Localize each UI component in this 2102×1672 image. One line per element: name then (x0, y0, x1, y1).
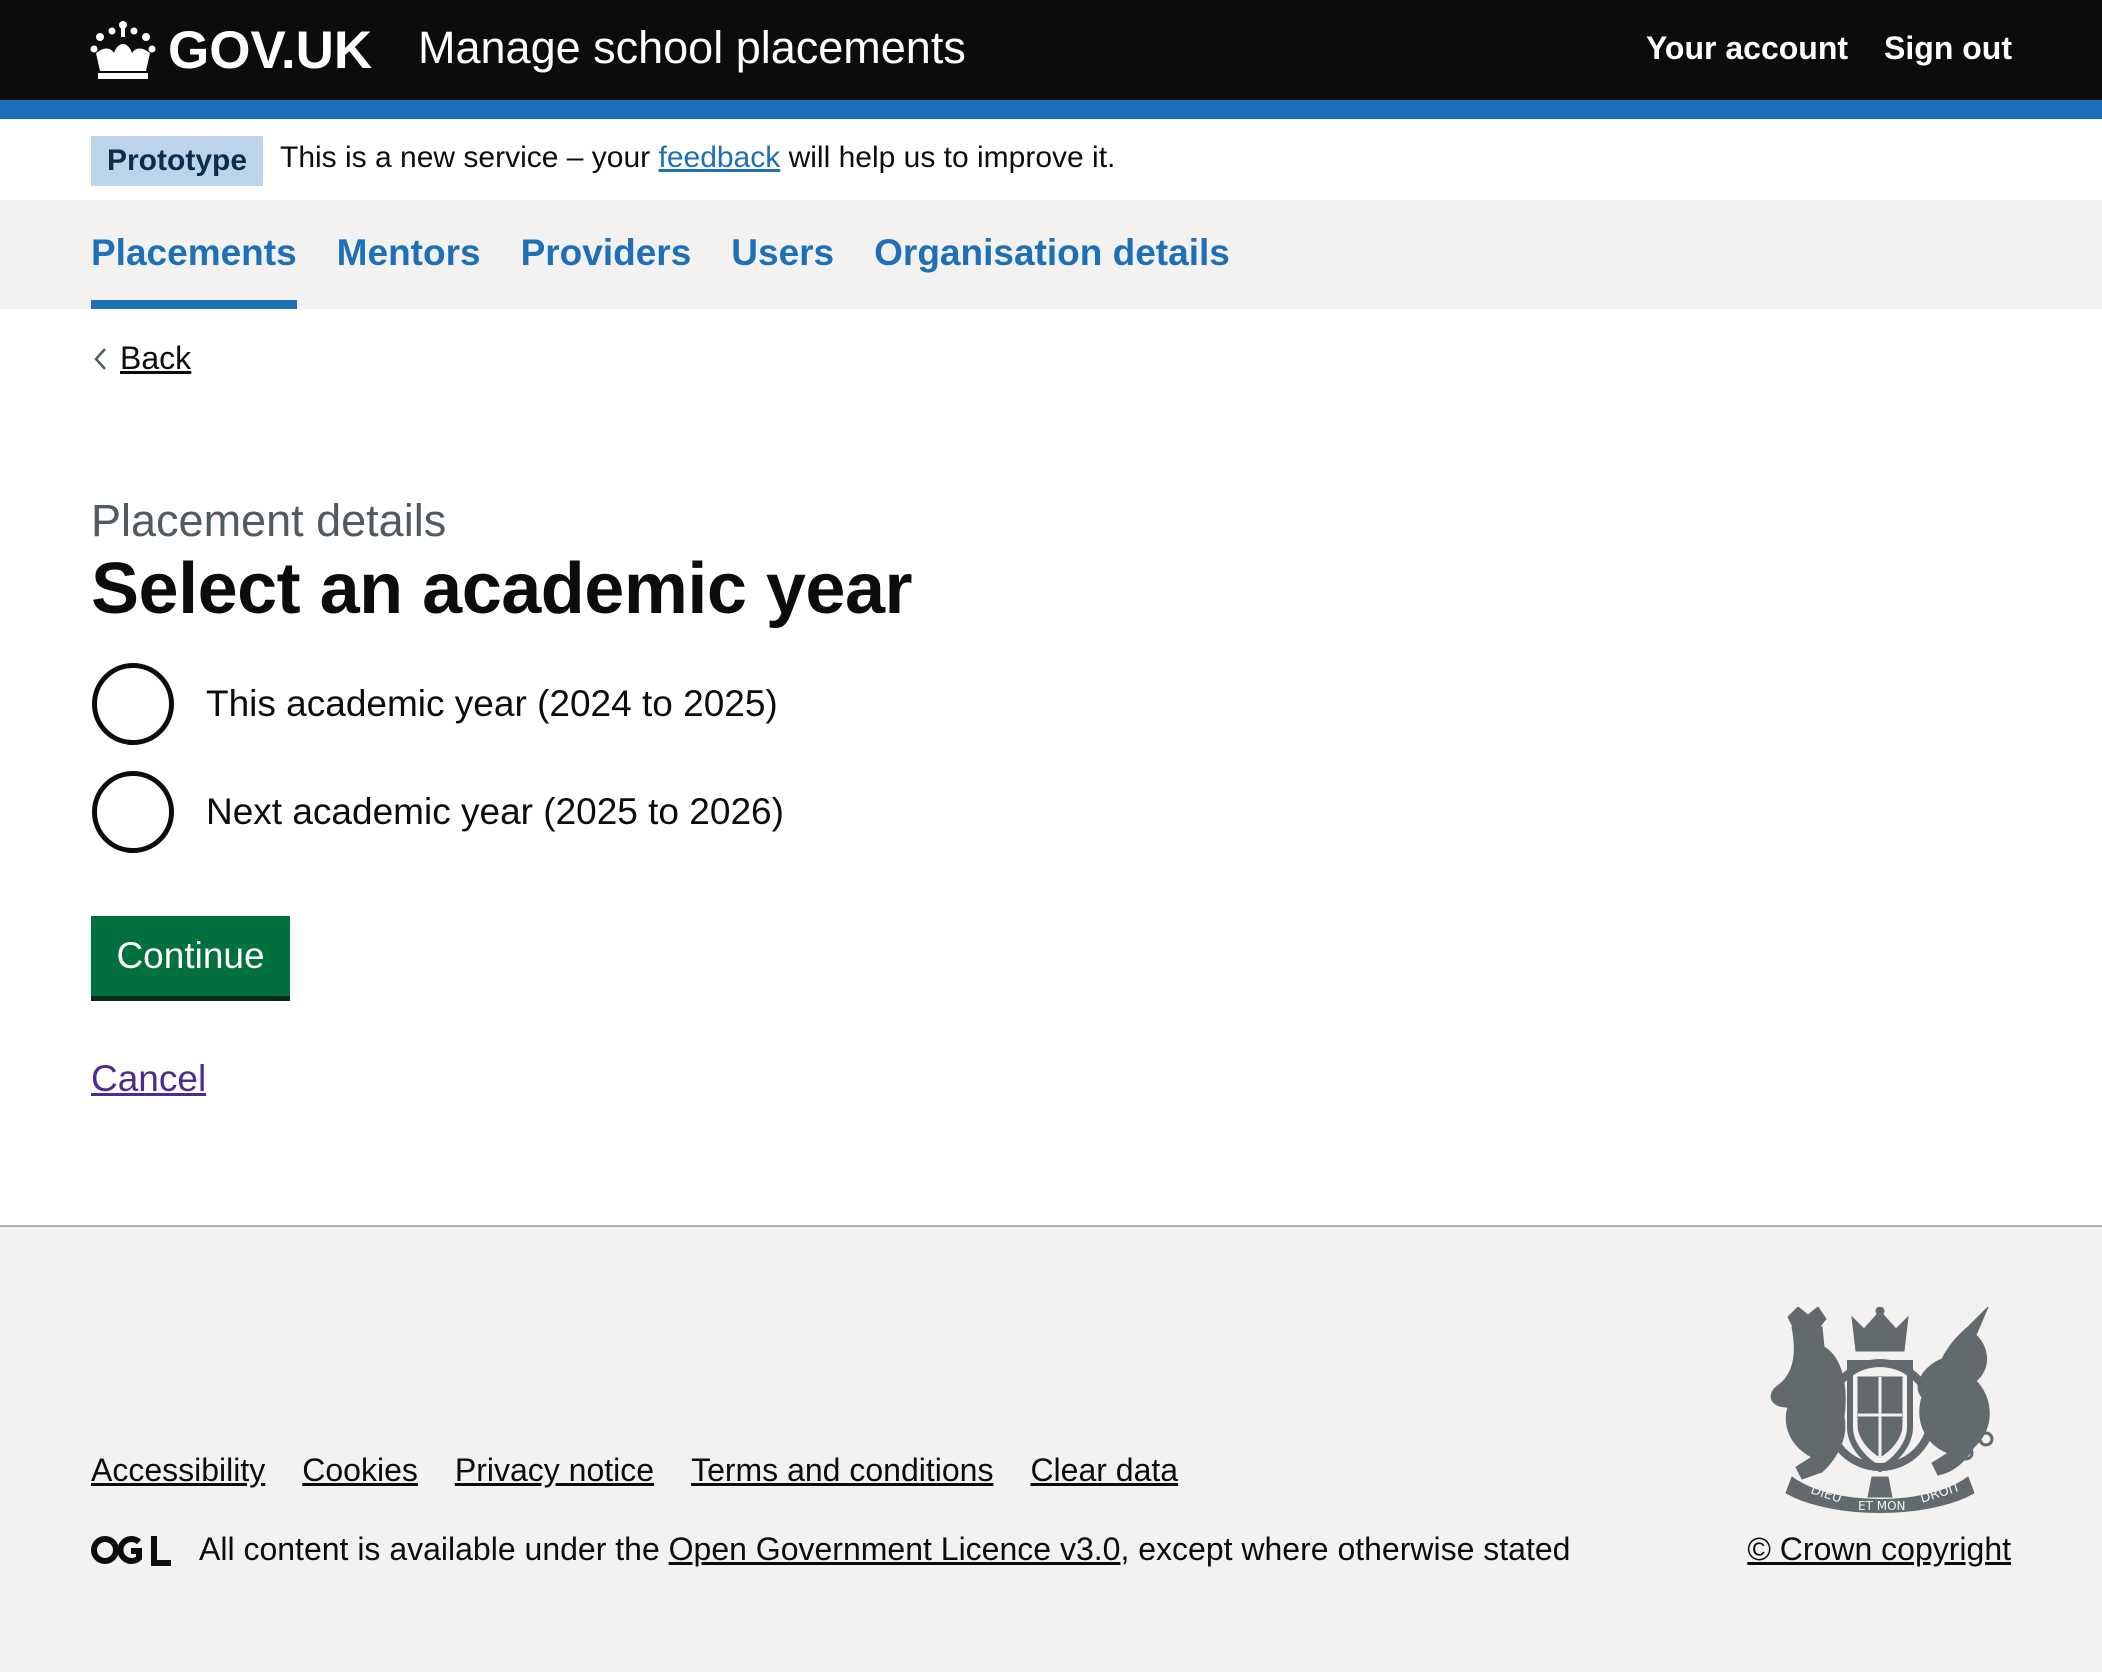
back-link[interactable]: Back (92, 340, 191, 377)
footer-link-clear-data[interactable]: Clear data (1030, 1452, 1178, 1489)
primary-navigation: Placements Mentors Providers Users Organ… (0, 200, 2102, 309)
crest-motto-et-mon: ET MON (1858, 1499, 1906, 1513)
phase-tag: Prototype (91, 136, 264, 186)
ogl-logo-icon (91, 1535, 171, 1566)
service-name-link[interactable]: Manage school placements (418, 22, 966, 74)
academic-year-radios: This academic year (2024 to 2025) Next a… (92, 662, 784, 878)
site-header: GOV.UK Manage school placements Your acc… (0, 0, 2102, 100)
footer-links: Accessibility Cookies Privacy notice Ter… (91, 1452, 1178, 1489)
nav-link-providers[interactable]: Providers (521, 200, 692, 274)
open-government-licence-link[interactable]: Open Government Licence v3.0 (669, 1531, 1121, 1567)
footer-link-privacy-notice[interactable]: Privacy notice (455, 1452, 654, 1489)
crown-icon (90, 21, 156, 79)
page-caption: Placement details (91, 495, 447, 546)
crown-copyright-link[interactable]: © Crown copyright (1747, 1531, 2011, 1568)
header-blue-bar (0, 100, 2102, 119)
licence-text-after: , except where otherwise stated (1120, 1531, 1571, 1567)
footer-link-terms[interactable]: Terms and conditions (691, 1452, 993, 1489)
sign-out-link[interactable]: Sign out (1884, 30, 2012, 67)
footer-link-accessibility[interactable]: Accessibility (91, 1452, 265, 1489)
back-link-label: Back (120, 340, 192, 376)
phase-text-after: will help us to improve it. (780, 141, 1116, 174)
licence-text-before: All content is available under the (199, 1531, 669, 1567)
radio-this-academic-year[interactable]: This academic year (2024 to 2025) (92, 662, 784, 746)
radio-label: This academic year (2024 to 2025) (206, 683, 778, 724)
logo-text: GOV.UK (168, 20, 373, 80)
phase-banner-text: This is a new service – your feedback wi… (280, 141, 1115, 175)
phase-text-before: This is a new service – your (280, 141, 659, 174)
cancel-link[interactable]: Cancel (91, 1058, 206, 1100)
licence-text: All content is available under the Open … (199, 1531, 1570, 1568)
phase-banner: Prototype This is a new service – your f… (0, 119, 2102, 200)
radio-label: Next academic year (2025 to 2026) (206, 791, 784, 832)
nav-link-mentors[interactable]: Mentors (337, 200, 481, 274)
radio-button[interactable] (92, 663, 174, 745)
header-nav: Your account Sign out (1646, 30, 2012, 67)
nav-item-placements: Placements (91, 200, 297, 309)
feedback-link[interactable]: feedback (658, 141, 780, 174)
govuk-logo-link[interactable]: GOV.UK (90, 14, 372, 86)
nav-item-mentors: Mentors (337, 200, 481, 309)
nav-link-organisation-details[interactable]: Organisation details (874, 200, 1230, 274)
page-title: Select an academic year (91, 549, 913, 629)
your-account-link[interactable]: Your account (1646, 30, 1848, 67)
footer-link-cookies[interactable]: Cookies (302, 1452, 418, 1489)
radio-button[interactable] (92, 771, 174, 853)
nav-item-organisation-details: Organisation details (874, 200, 1230, 309)
nav-link-placements[interactable]: Placements (91, 200, 297, 274)
chevron-left-icon (94, 347, 106, 370)
radio-next-academic-year[interactable]: Next academic year (2025 to 2026) (92, 770, 784, 854)
nav-link-users[interactable]: Users (731, 200, 834, 274)
royal-coat-of-arms-icon: DIEU ET MON DROIT (1770, 1307, 1994, 1513)
nav-item-providers: Providers (521, 200, 692, 309)
licence: All content is available under the Open … (91, 1531, 1570, 1568)
nav-item-users: Users (731, 200, 834, 309)
site-footer: Accessibility Cookies Privacy notice Ter… (0, 1225, 2102, 1672)
continue-button[interactable]: Continue (91, 916, 290, 996)
